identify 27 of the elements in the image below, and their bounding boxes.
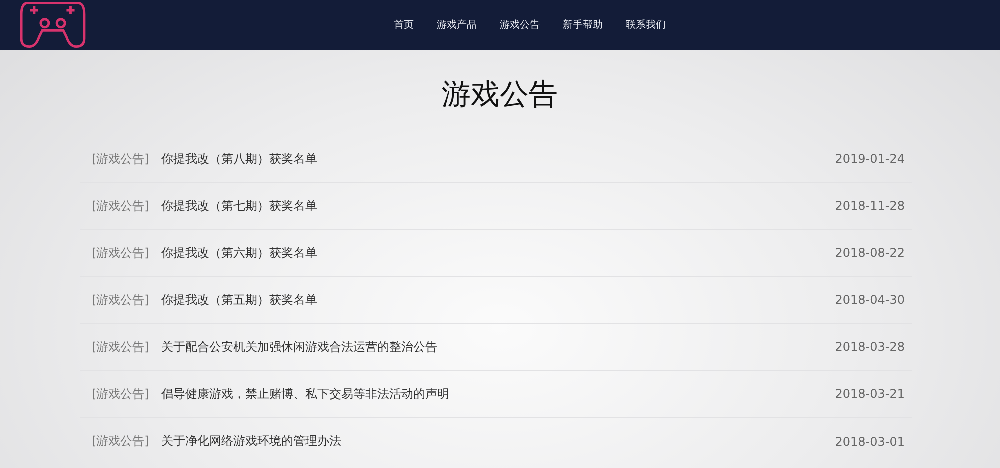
nav-link[interactable]: 联系我们 — [626, 18, 666, 32]
notice-category: [游戏公告] — [92, 150, 150, 168]
notice-date: 2018-03-21 — [835, 387, 905, 401]
notice-link[interactable]: 你提我改（第五期）获奖名单 — [161, 292, 318, 308]
notice-date: 2018-11-28 — [835, 199, 905, 213]
notice-category: [游戏公告] — [92, 244, 150, 262]
notice-category: [游戏公告] — [92, 338, 150, 356]
nav-link[interactable]: 新手帮助 — [563, 18, 603, 32]
notice-date: 2018-03-28 — [835, 340, 905, 354]
nav-link[interactable]: 游戏产品 — [437, 18, 477, 32]
notice-link[interactable]: 关于配合公安机关加强休闲游戏合法运营的整治公告 — [161, 338, 438, 356]
notice-category: [游戏公告] — [92, 433, 150, 450]
notice-date: 2018-04-30 — [835, 293, 905, 307]
notice-link[interactable]: 关于净化网络游戏环境的管理办法 — [161, 433, 342, 450]
notice-link[interactable]: 倡导健康游戏，禁止赌博、私下交易等非法活动的声明 — [161, 386, 450, 402]
nav-link[interactable]: 游戏公告 — [500, 18, 540, 32]
notice-link[interactable]: 你提我改（第六期）获奖名单 — [161, 244, 318, 262]
nav-link[interactable]: 首页 — [394, 18, 414, 32]
notice-date: 2019-01-24 — [835, 152, 905, 166]
notice-category: [游戏公告] — [92, 198, 150, 214]
notice-link[interactable]: 你提我改（第七期）获奖名单 — [161, 198, 318, 214]
notice-category: [游戏公告] — [92, 386, 150, 402]
notice-category: [游戏公告] — [92, 292, 150, 308]
notice-date: 2018-08-22 — [835, 246, 905, 260]
page-heading: 游戏公告 — [441, 76, 559, 113]
notice-date: 2018-03-01 — [835, 434, 905, 448]
notice-link[interactable]: 你提我改（第八期）获奖名单 — [161, 150, 318, 168]
